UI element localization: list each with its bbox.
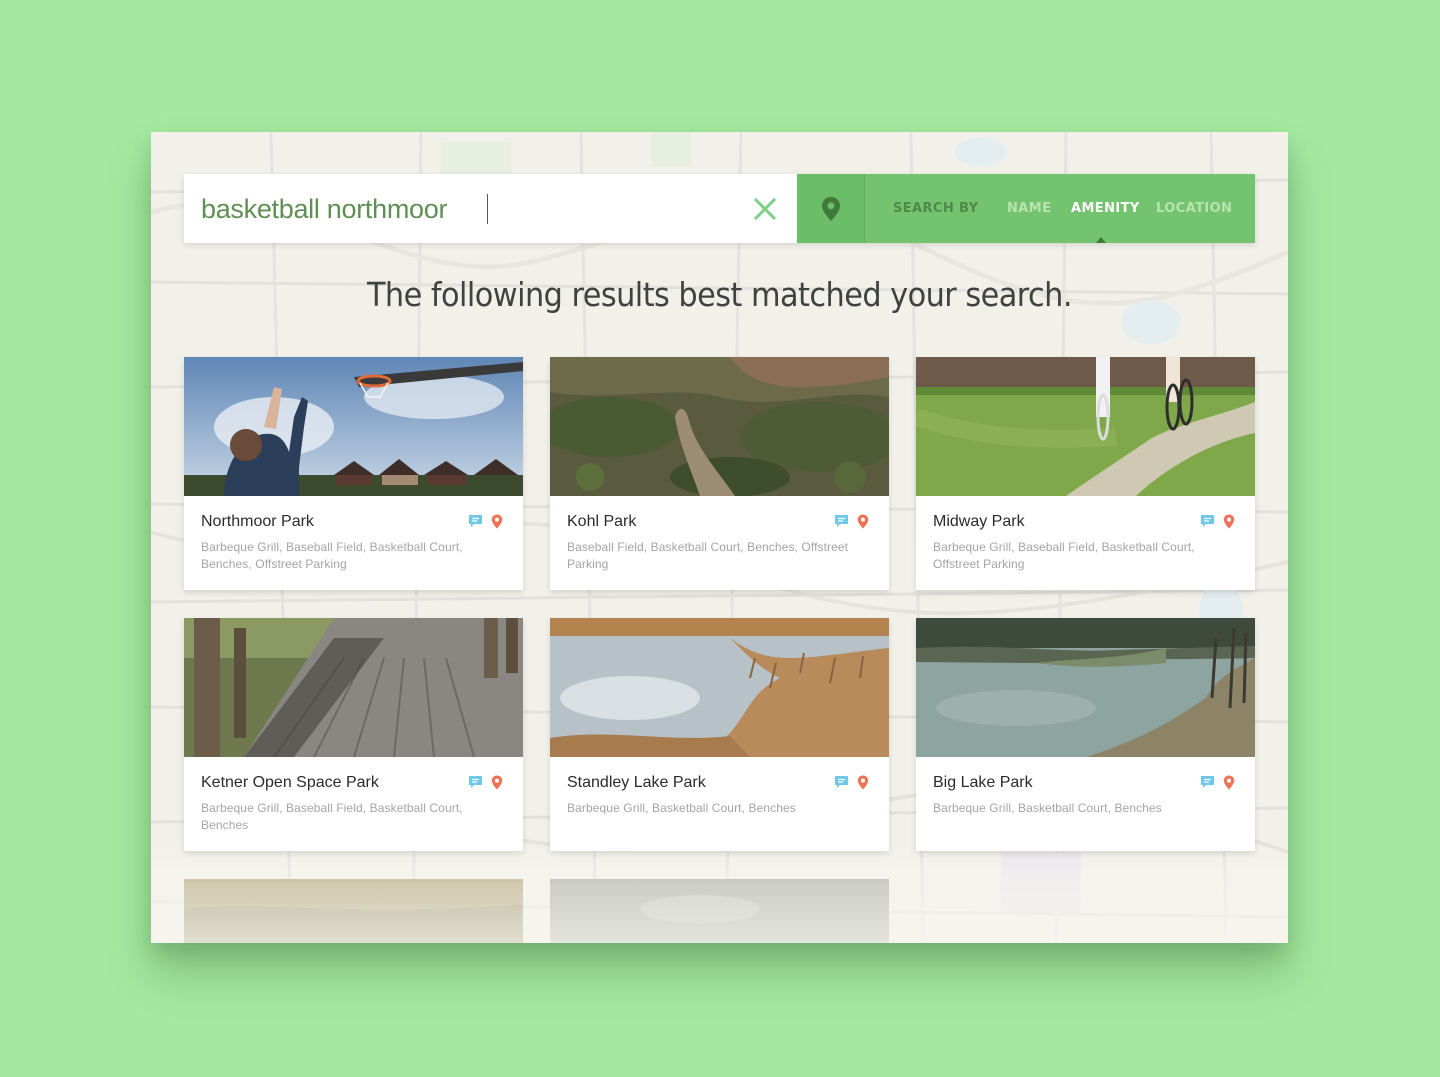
bottom-fade [151, 844, 1288, 943]
search-by-amenity-tab[interactable]: AMENITY [1071, 201, 1140, 216]
comment-icon[interactable] [1200, 514, 1215, 529]
location-pin-icon[interactable] [491, 775, 503, 790]
park-name: Big Lake Park [933, 774, 1033, 791]
river-bank-photo [916, 618, 1255, 757]
comment-icon[interactable] [468, 514, 483, 529]
comment-icon[interactable] [468, 775, 483, 790]
active-tab-indicator [1096, 237, 1106, 243]
comment-icon[interactable] [1200, 775, 1215, 790]
marsh-lake-photo [550, 618, 889, 757]
card-actions [1200, 514, 1235, 529]
park-amenities: Barbeque Grill, Basketball Court, Benche… [567, 801, 796, 815]
comment-icon[interactable] [834, 514, 849, 529]
result-card[interactable]: Ketner Open Space Park Barbeque Grill, B… [184, 618, 523, 851]
park-name: Ketner Open Space Park [201, 774, 379, 791]
result-card[interactable]: Big Lake Park Barbeque Grill, Basketball… [916, 618, 1255, 851]
location-pin-icon[interactable] [857, 775, 869, 790]
result-card[interactable]: Kohl Park Baseball Field, Basketball Cou… [550, 357, 889, 590]
search-by-name-tab[interactable]: NAME [1007, 201, 1051, 216]
search-bar: SEARCH BY NAME AMENITY LOCATION [184, 174, 1255, 243]
park-amenities: Barbeque Grill, Baseball Field, Basketba… [933, 540, 1195, 571]
bike-path-photo [916, 357, 1255, 496]
park-amenities: Barbeque Grill, Baseball Field, Basketba… [201, 801, 463, 832]
park-name: Midway Park [933, 513, 1025, 530]
comment-icon[interactable] [834, 775, 849, 790]
search-by-location-tab[interactable]: LOCATION [1156, 201, 1232, 216]
park-name: Kohl Park [567, 513, 637, 530]
park-amenities: Baseball Field, Basketball Court, Benche… [567, 540, 849, 571]
text-caret [487, 194, 488, 224]
search-field [184, 174, 797, 243]
card-actions [1200, 775, 1235, 790]
search-by-label: SEARCH BY [893, 201, 979, 216]
location-pin-icon[interactable] [1223, 775, 1235, 790]
card-actions [468, 775, 503, 790]
basketball-hoop-photo [184, 357, 523, 496]
boardwalk-photo [184, 618, 523, 757]
card-actions [468, 514, 503, 529]
location-pin-icon[interactable] [491, 514, 503, 529]
park-amenities: Barbeque Grill, Basketball Court, Benche… [933, 801, 1162, 815]
card-actions [834, 775, 869, 790]
close-icon [754, 198, 776, 220]
search-by-panel: SEARCH BY NAME AMENITY LOCATION [865, 174, 1255, 243]
park-amenities: Barbeque Grill, Baseball Field, Basketba… [201, 540, 463, 571]
result-card[interactable]: Standley Lake Park Barbeque Grill, Baske… [550, 618, 889, 851]
search-input[interactable] [201, 188, 741, 230]
location-pin-icon[interactable] [1223, 514, 1235, 529]
map-pin-icon [821, 196, 840, 221]
desert-trail-photo [550, 357, 889, 496]
current-location-button[interactable] [797, 174, 865, 243]
search-results-screen: SEARCH BY NAME AMENITY LOCATION The foll… [151, 132, 1288, 943]
result-card[interactable]: Northmoor Park Barbeque Grill, Baseball … [184, 357, 523, 590]
park-name: Northmoor Park [201, 513, 314, 530]
park-name: Standley Lake Park [567, 774, 706, 791]
result-card[interactable]: Midway Park Barbeque Grill, Baseball Fie… [916, 357, 1255, 590]
location-pin-icon[interactable] [857, 514, 869, 529]
results-headline: The following results best matched your … [366, 275, 1073, 314]
clear-search-button[interactable] [750, 194, 780, 224]
card-actions [834, 514, 869, 529]
